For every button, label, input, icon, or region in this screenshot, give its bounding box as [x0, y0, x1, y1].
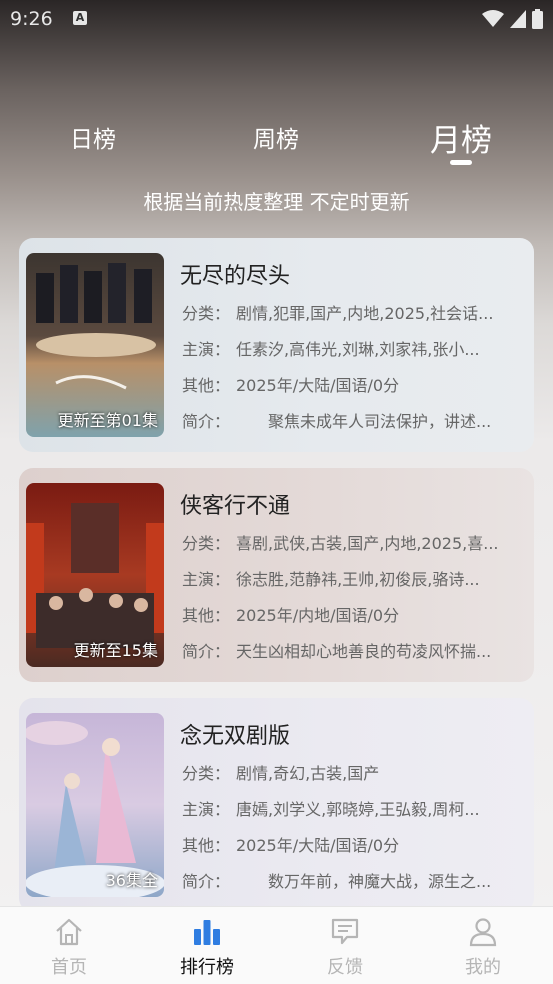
intro-label: 简介：: [182, 642, 231, 661]
cast-row: 主演： 唐嫣,刘学义,郭晓婷,王弘毅,周柯...: [182, 796, 527, 820]
feedback-icon: [331, 918, 359, 945]
drama-title: 念无双剧版: [180, 724, 291, 749]
signal-icon: [510, 10, 526, 28]
drama-card[interactable]: 更新至15集 侠客行不通 分类： 喜剧,武侠,古装,国产,内地,2025,喜...…: [19, 468, 534, 682]
episode-badge: 更新至15集: [73, 641, 158, 660]
category-row: 分类： 剧情,奇幻,古装,国产: [182, 760, 527, 784]
wifi-icon: [482, 10, 504, 27]
intro-row: 简介： 天生凶相却心地善良的苟凌风怀揣...: [182, 638, 527, 662]
cast-label: 主演：: [182, 800, 231, 819]
poster-image: 更新至第01集: [26, 253, 164, 437]
tab-daily[interactable]: 日榜: [70, 120, 116, 154]
cast-value: 徐志胜,范静祎,王帅,初俊辰,骆诗...: [236, 570, 480, 589]
status-icons: [482, 9, 543, 29]
intro-label: 简介：: [182, 412, 231, 431]
other-row: 其他： 2025年/内地/国语/0分: [182, 602, 527, 626]
intro-value: 数万年前，神魔大战，源生之...: [236, 872, 492, 891]
status-time: 9:26: [10, 8, 53, 30]
tab-weekly[interactable]: 周榜: [253, 120, 299, 154]
category-value: 喜剧,武侠,古装,国产,内地,2025,喜...: [236, 534, 499, 553]
cast-row: 主演： 徐志胜,范静祎,王帅,初俊辰,骆诗...: [182, 566, 527, 590]
category-value: 剧情,奇幻,古装,国产: [236, 764, 380, 783]
other-label: 其他：: [182, 606, 231, 625]
other-value: 2025年/大陆/国语/0分: [236, 836, 400, 855]
intro-value: 聚焦未成年人司法保护，讲述...: [236, 412, 492, 431]
category-label: 分类：: [182, 764, 231, 783]
cast-label: 主演：: [182, 340, 231, 359]
nav-home[interactable]: 首页: [19, 917, 119, 979]
category-row: 分类： 喜剧,武侠,古装,国产,内地,2025,喜...: [182, 530, 527, 554]
category-label: 分类：: [182, 534, 231, 553]
drama-title: 侠客行不通: [180, 494, 291, 519]
other-row: 其他： 2025年/大陆/国语/0分: [182, 832, 527, 856]
cast-value: 唐嫣,刘学义,郭晓婷,王弘毅,周柯...: [236, 800, 480, 819]
cast-row: 主演： 任素汐,高伟光,刘琳,刘家祎,张小...: [182, 336, 527, 360]
nav-ranking[interactable]: 排行榜: [157, 917, 257, 979]
tab-monthly[interactable]: 月榜: [430, 115, 492, 160]
other-label: 其他：: [182, 376, 231, 395]
poster-image: 更新至15集: [26, 483, 164, 667]
other-label: 其他：: [182, 836, 231, 855]
intro-row: 简介： 数万年前，神魔大战，源生之...: [182, 868, 527, 892]
home-icon: [56, 918, 82, 946]
nav-profile-label: 我的: [465, 957, 501, 978]
ranking-subtitle: 根据当前热度整理 不定时更新: [143, 190, 410, 214]
notification-icon: A: [73, 11, 87, 25]
nav-profile[interactable]: 我的: [433, 917, 533, 979]
other-row: 其他： 2025年/大陆/国语/0分: [182, 372, 527, 396]
battery-icon: [532, 9, 543, 29]
intro-row: 简介： 聚焦未成年人司法保护，讲述...: [182, 408, 527, 432]
nav-ranking-label: 排行榜: [180, 957, 234, 978]
category-value: 剧情,犯罪,国产,内地,2025,社会话...: [236, 304, 494, 323]
drama-card[interactable]: 更新至第01集 无尽的尽头 分类： 剧情,犯罪,国产,内地,2025,社会话...…: [19, 238, 534, 452]
drama-title: 无尽的尽头: [180, 264, 291, 289]
user-icon: [469, 918, 497, 947]
nav-feedback-label: 反馈: [327, 957, 363, 978]
other-value: 2025年/大陆/国语/0分: [236, 376, 400, 395]
category-label: 分类：: [182, 304, 231, 323]
cast-value: 任素汐,高伟光,刘琳,刘家祎,张小...: [236, 340, 480, 359]
nav-feedback[interactable]: 反馈: [295, 917, 395, 979]
intro-value: 天生凶相却心地善良的苟凌风怀揣...: [236, 642, 492, 661]
status-bar: 9:26 A: [0, 0, 553, 38]
category-row: 分类： 剧情,犯罪,国产,内地,2025,社会话...: [182, 300, 527, 324]
drama-card[interactable]: 36集全 念无双剧版 分类： 剧情,奇幻,古装,国产 主演： 唐嫣,刘学义,郭晓婷,…: [19, 698, 534, 912]
episode-badge: 更新至第01集: [57, 411, 158, 430]
other-value: 2025年/内地/国语/0分: [236, 606, 400, 625]
cast-label: 主演：: [182, 570, 231, 589]
intro-label: 简介：: [182, 872, 231, 891]
episode-badge: 36集全: [105, 871, 158, 890]
nav-home-label: 首页: [51, 957, 87, 978]
active-tab-indicator: [450, 160, 472, 165]
bar-chart-icon: [194, 920, 220, 945]
bottom-nav: 首页 排行榜 反馈 我的: [0, 906, 553, 984]
poster-image: 36集全: [26, 713, 164, 897]
